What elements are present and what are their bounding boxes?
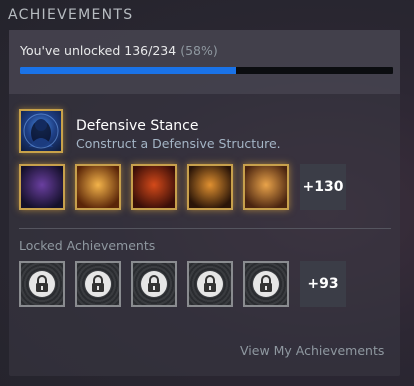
progress-section: You've unlocked 136/234 (58%) — [9, 30, 400, 94]
padlock-icon — [253, 271, 279, 297]
locked-achievement-icon[interactable] — [19, 261, 65, 307]
locked-achievement-icon[interactable] — [243, 261, 289, 307]
progress-percent: (58%) — [180, 43, 218, 58]
locked-more-count[interactable]: +93 — [300, 261, 346, 307]
featured-achievement-title: Defensive Stance — [76, 118, 199, 134]
sorceress-achievement-icon[interactable] — [19, 164, 65, 210]
locked-achievement-icon[interactable] — [75, 261, 121, 307]
divider — [19, 228, 391, 229]
wizard-achievement-icon[interactable] — [187, 164, 233, 210]
defensive-stance-achievement-icon[interactable] — [19, 109, 63, 153]
progress-bar — [20, 67, 393, 74]
padlock-icon — [197, 271, 223, 297]
fire-crest-achievement-icon[interactable] — [75, 164, 121, 210]
achievements-card: You've unlocked 136/234 (58%) Defensive … — [9, 30, 400, 376]
achievements-panel: ACHIEVEMENTS You've unlocked 136/234 (58… — [0, 0, 414, 386]
view-my-achievements-link[interactable]: View My Achievements — [240, 343, 384, 358]
progress-fill — [20, 67, 237, 74]
locked-achievement-icon[interactable] — [131, 261, 177, 307]
progress-count: You've unlocked 136/234 — [20, 43, 177, 58]
section-title: ACHIEVEMENTS — [8, 7, 134, 23]
padlock-icon — [85, 271, 111, 297]
unlocked-more-count[interactable]: +130 — [300, 164, 346, 210]
locked-achievements-label: Locked Achievements — [19, 238, 156, 253]
padlock-icon — [141, 271, 167, 297]
demon-achievement-icon[interactable] — [131, 164, 177, 210]
featured-achievement-description: Construct a Defensive Structure. — [76, 136, 281, 151]
claw-achievement-icon[interactable] — [243, 164, 289, 210]
locked-achievement-icon[interactable] — [187, 261, 233, 307]
padlock-icon — [29, 271, 55, 297]
progress-label: You've unlocked 136/234 (58%) — [20, 43, 218, 58]
